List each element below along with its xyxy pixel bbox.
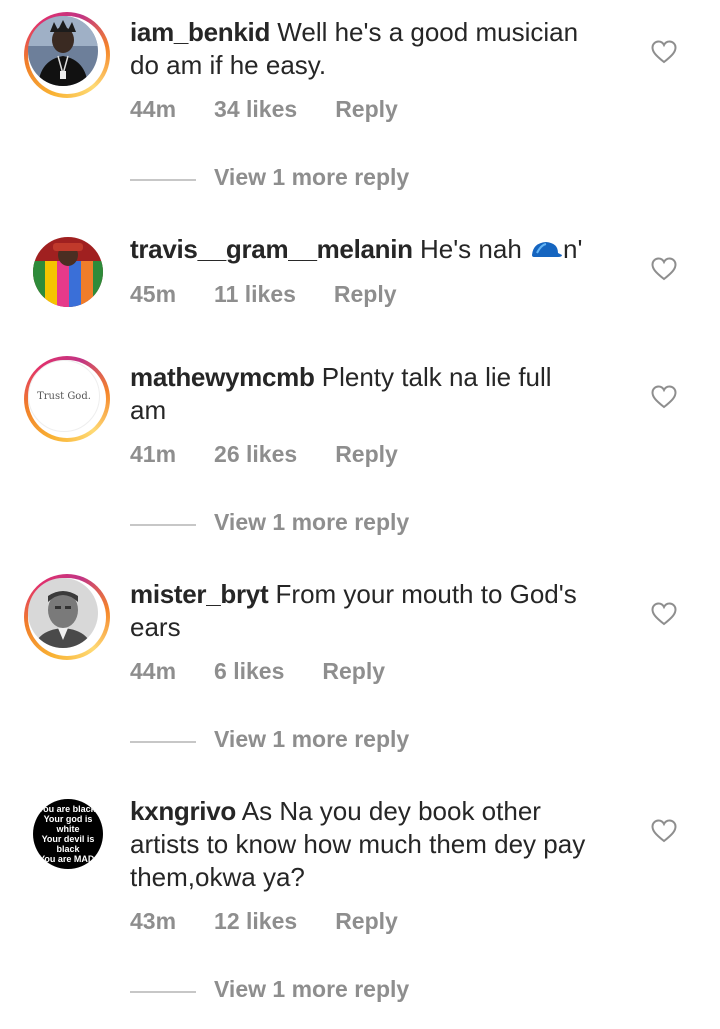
comment-meta: 43m 12 likes Reply <box>130 908 434 935</box>
avatar-image: Trust God. <box>28 360 100 432</box>
avatar[interactable]: You are black. Your god is white Your de… <box>33 799 103 869</box>
comment-meta: 45m 11 likes Reply <box>130 281 433 308</box>
like-count[interactable]: 34 likes <box>214 96 297 123</box>
divider-line <box>130 524 196 526</box>
comment-body-line: am <box>130 395 167 425</box>
comment-body-line: artists to know how much them dey pay <box>130 829 586 859</box>
comment-text: mister_bryt From your mouth to God's ear… <box>130 578 630 644</box>
heart-icon[interactable] <box>651 257 677 281</box>
reply-button[interactable]: Reply <box>322 658 385 685</box>
view-more-label[interactable]: View 1 more reply <box>214 509 409 536</box>
divider-line <box>130 741 196 743</box>
avatar-text-line: You are black. <box>37 804 99 814</box>
like-count[interactable]: 6 likes <box>214 658 284 685</box>
comment-time: 43m <box>130 908 177 934</box>
view-more-label[interactable]: View 1 more reply <box>214 164 409 191</box>
comment-username[interactable]: mister_bryt <box>130 579 269 609</box>
like-count[interactable]: 11 likes <box>214 281 296 308</box>
reply-button[interactable]: Reply <box>335 441 398 468</box>
comment-meta: 44m 6 likes Reply <box>130 658 421 685</box>
heart-icon[interactable] <box>651 819 677 843</box>
comment-time: 45m <box>130 281 177 307</box>
comment-text: kxngrivo As Na you dey book other artist… <box>130 795 630 894</box>
comment-body: He's nah <box>412 234 530 264</box>
comment-text: iam_benkid Well he's a good musician do … <box>130 16 630 82</box>
comment-text: mathewymcmb Plenty talk na lie full am <box>130 361 630 427</box>
comment-meta: 41m 26 likes Reply <box>130 441 434 468</box>
comment-time: 44m <box>130 658 177 684</box>
avatar[interactable] <box>24 574 110 660</box>
heart-icon[interactable] <box>651 40 677 64</box>
comment-time: 41m <box>130 441 177 467</box>
avatar-text-line: Your devil is black <box>41 834 95 854</box>
heart-icon[interactable] <box>651 385 677 409</box>
avatar-text: Trust God. <box>37 390 91 402</box>
divider-line <box>130 991 196 993</box>
comment-username[interactable]: mathewymcmb <box>130 362 315 392</box>
like-count[interactable]: 12 likes <box>214 908 297 935</box>
cap-icon <box>532 242 563 257</box>
avatar-image <box>28 578 98 648</box>
avatar-text-line: You are MAD. <box>39 854 97 864</box>
comment-body: Plenty talk na lie full <box>314 362 552 392</box>
comment-body-line: them,okwa ya? <box>130 862 305 892</box>
comment-time: 44m <box>130 96 177 122</box>
heart-icon[interactable] <box>651 602 677 626</box>
comment-username[interactable]: kxngrivo <box>130 796 236 826</box>
avatar[interactable] <box>24 12 110 98</box>
comment-meta: 44m 34 likes Reply <box>130 96 434 123</box>
view-more-label[interactable]: View 1 more reply <box>214 726 409 753</box>
reply-button[interactable]: Reply <box>334 281 397 308</box>
reply-button[interactable]: Reply <box>335 908 398 935</box>
reply-button[interactable]: Reply <box>335 96 398 123</box>
comment-body: Well he's a good musician <box>270 17 579 47</box>
view-more-label[interactable]: View 1 more reply <box>214 976 409 1003</box>
comment-username[interactable]: travis__gram__melanin <box>130 234 413 264</box>
comment-body-tail: n' <box>563 234 583 264</box>
comment-body: From your mouth to God's <box>268 579 577 609</box>
avatar[interactable]: Trust God. <box>24 356 110 442</box>
avatar[interactable] <box>33 237 103 307</box>
avatar-image <box>28 16 98 86</box>
comment-username[interactable]: iam_benkid <box>130 17 270 47</box>
comment-body-line: ears <box>130 612 181 642</box>
divider-line <box>130 179 196 181</box>
comment-body: As Na you dey book other <box>235 796 541 826</box>
avatar-text-line: Your god is white <box>43 814 93 834</box>
comment-text: travis__gram__melanin He's nah n' <box>130 233 630 266</box>
comment-body-line: do am if he easy. <box>130 50 327 80</box>
like-count[interactable]: 26 likes <box>214 441 297 468</box>
